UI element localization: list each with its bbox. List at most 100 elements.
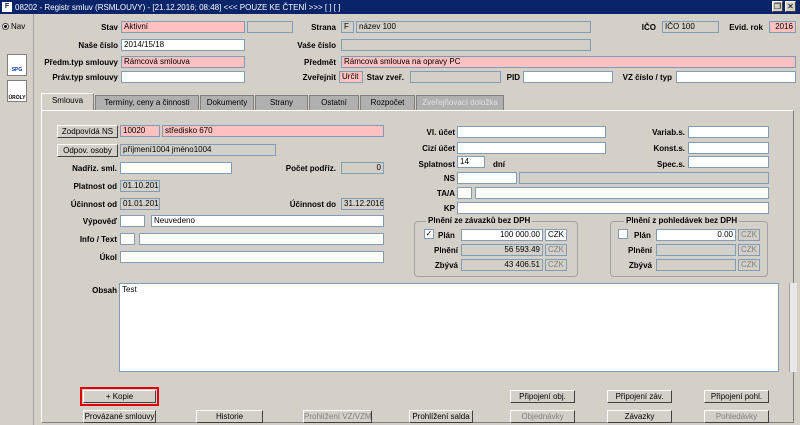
vl-ucet-label: Vl. účet — [426, 128, 455, 137]
ukol-label: Úkol — [99, 253, 117, 262]
prohlizeni-salda-button[interactable]: Prohlížení salda — [409, 410, 473, 423]
tab-strany[interactable]: Strany — [255, 95, 308, 110]
vypoved-code-field[interactable] — [120, 215, 145, 227]
plneni-zav-plan-checkbox[interactable]: ✓ — [424, 229, 434, 239]
plneni-zav-plneni-field[interactable]: 56 593.49 — [461, 244, 543, 256]
nadriz-label: Nadřiz. sml. — [72, 164, 117, 173]
variab-field[interactable] — [688, 126, 769, 138]
ta-code-field[interactable] — [457, 187, 472, 199]
ta-label: TA/A — [436, 189, 455, 198]
ucinnost-do-label: Účinnost do — [289, 200, 336, 209]
tab-ostatni[interactable]: Ostatní — [309, 95, 359, 110]
vypoved-text-field[interactable]: Neuvedeno — [151, 215, 384, 227]
splatnost-field[interactable]: 14 — [457, 156, 485, 168]
vypoved-label: Výpověď — [82, 217, 117, 226]
pocet-field[interactable]: 0 — [341, 162, 384, 174]
obsah-textarea[interactable]: Test — [119, 283, 779, 372]
ucinnost-field[interactable]: 01.01.2014 — [120, 198, 160, 210]
cizi-ucet-field[interactable] — [457, 142, 606, 154]
ukol-field[interactable] — [120, 251, 384, 263]
plneni-pohl-plan-checkbox[interactable] — [618, 229, 628, 239]
close-icon[interactable]: ✕ — [785, 1, 796, 12]
radio-icon[interactable] — [2, 23, 9, 30]
plneni-pohl-plneni-cur[interactable]: CZK — [738, 244, 760, 256]
strana-name-field[interactable]: název 100 — [356, 21, 591, 33]
plneni-pohl-plan-field[interactable]: 0.00 — [656, 229, 736, 241]
prav-typ-field[interactable] — [121, 71, 245, 83]
evid-rok-field[interactable]: 2016 — [769, 21, 796, 33]
predmet-field[interactable]: Rámcová smlouva na opravy PC — [341, 56, 796, 68]
plneni-pohl-plneni-field[interactable] — [656, 244, 736, 256]
plneni-zav-zbyva-field[interactable]: 43 406.51 — [461, 259, 543, 271]
info-code-field[interactable] — [120, 233, 135, 245]
tab-rozpocet[interactable]: Rozpočet — [360, 95, 415, 110]
pripojeni-pohl-button[interactable]: Připojení pohl. — [704, 390, 769, 403]
predm-typ-label: Předm.typ smlouvy — [44, 58, 118, 67]
predm-typ-field[interactable]: Rámcová smlouva — [121, 56, 245, 68]
window-title: 08202 - Registr smluv (RSMLOUVY) - [21.1… — [15, 2, 341, 12]
evid-rok-label: Evid. rok — [729, 23, 763, 32]
ns-name-field[interactable] — [519, 172, 769, 184]
obsah-scrollbar[interactable] — [789, 283, 797, 372]
strana-code-field[interactable]: F — [341, 21, 354, 33]
plneni-zav-plan-cur[interactable]: CZK — [545, 229, 567, 241]
pid-field[interactable] — [523, 71, 613, 83]
zodpovida-code-field[interactable]: 10020 — [120, 125, 160, 137]
konst-field[interactable] — [688, 142, 769, 154]
pripojeni-obj-button[interactable]: Připojení obj. — [510, 390, 575, 403]
tab-zverejnovaci: Zveřejňovací doložka — [416, 95, 504, 110]
pripojeni-zav-button[interactable]: Připojení záv. — [607, 390, 672, 403]
vz-field[interactable] — [676, 71, 796, 83]
oroly-icon[interactable]: ÚROLY — [7, 80, 27, 102]
spg-icon[interactable]: SPG — [7, 54, 27, 76]
tab-smlouva[interactable]: Smlouva — [41, 93, 94, 111]
restore-icon[interactable]: ❐ — [772, 1, 783, 12]
info-label: Info / Text — [79, 235, 117, 244]
kp-label: KP — [443, 204, 455, 213]
plneni-zav-plneni-cur[interactable]: CZK — [545, 244, 567, 256]
nadriz-field[interactable] — [120, 162, 232, 174]
vase-cislo-label: Vaše číslo — [297, 41, 336, 50]
tab-dokumenty[interactable]: Dokumenty — [200, 95, 254, 110]
nase-cislo-field[interactable]: 2014/15/18 — [121, 39, 245, 51]
stav-zver-field[interactable] — [410, 71, 501, 83]
platnost-field[interactable]: 01.10.2016 — [120, 180, 160, 192]
odpov-osoby-field[interactable]: příjmení1004 jméno1004 — [120, 144, 276, 156]
nav-radio[interactable]: Nav — [2, 22, 25, 31]
plneni-pohl-plneni-label: Plnění — [627, 246, 652, 255]
ico-field[interactable]: IČO 100 — [662, 21, 719, 33]
stav-field[interactable]: Aktivní — [121, 21, 245, 33]
plneni-zav-plan-label: Plán — [438, 231, 455, 240]
ns-field[interactable] — [457, 172, 517, 184]
plneni-pohl-zbyva-cur[interactable]: CZK — [738, 259, 760, 271]
nase-cislo-label: Naše číslo — [78, 41, 118, 50]
tab-terminy[interactable]: Termíny, ceny a činnosti — [95, 95, 199, 110]
plneni-pohl-zbyva-field[interactable] — [656, 259, 736, 271]
plneni-zav-zbyva-cur[interactable]: CZK — [545, 259, 567, 271]
spec-field[interactable] — [688, 156, 769, 168]
plneni-pohl-title: Plnění z pohledávek bez DPH — [624, 216, 740, 225]
ta-field[interactable] — [475, 187, 769, 199]
plneni-pohl-plan-cur[interactable]: CZK — [738, 229, 760, 241]
nav-label: Nav — [11, 22, 26, 31]
zodpovida-name-field[interactable]: středisko 670 — [162, 125, 384, 137]
ucinnost-do-field[interactable]: 31.12.2016 — [341, 198, 384, 210]
ico-label: IČO — [641, 23, 656, 32]
vase-cislo-field[interactable] — [341, 39, 591, 51]
odpov-osoby-button[interactable]: Odpov. osoby — [57, 144, 118, 157]
zverejnit-label: Zveřejnit — [302, 73, 336, 82]
provazane-smlouvy-button[interactable]: Provázané smlouvy — [83, 410, 156, 423]
kp-field[interactable] — [457, 202, 769, 214]
historie-button[interactable]: Historie — [196, 410, 263, 423]
stav2-field[interactable] — [247, 21, 293, 33]
splatnost-unit: dní — [493, 160, 505, 169]
zodpovida-ns-button[interactable]: Zodpovídá NS — [57, 125, 118, 138]
info-text-field[interactable] — [139, 233, 384, 245]
plneni-zav-plan-field[interactable]: 100 000.00 — [461, 229, 543, 241]
zavazky-button[interactable]: Závazky — [607, 410, 672, 423]
pocet-label: Počet podříz. — [285, 164, 336, 173]
vl-ucet-field[interactable] — [457, 126, 606, 138]
title-bar: F 08202 - Registr smluv (RSMLOUVY) - [21… — [0, 0, 800, 14]
zverejnit-field[interactable]: Určit — [339, 71, 363, 83]
stav-label: Stav — [101, 23, 118, 32]
